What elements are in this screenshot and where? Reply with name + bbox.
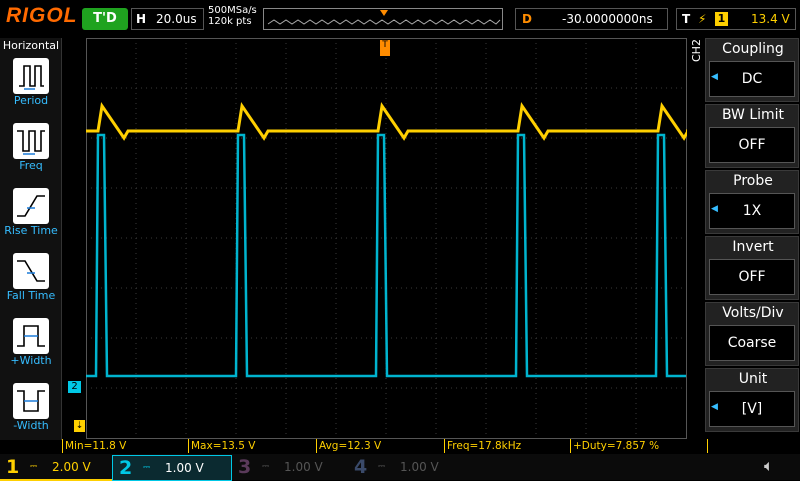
measurement-freq[interactable]: Freq=17.8kHz bbox=[444, 439, 573, 453]
measurement-avg[interactable]: Avg=12.3 V bbox=[316, 439, 447, 453]
bw-limit-value: OFF bbox=[709, 127, 795, 163]
coupling-title: Coupling bbox=[722, 41, 784, 57]
channel-1-status[interactable]: 1 ⎓ 2.00 V bbox=[0, 455, 112, 481]
memory-waveform-overview bbox=[267, 10, 501, 25]
invert-menu-item[interactable]: Invert OFF bbox=[705, 236, 799, 300]
measurement-max[interactable]: Max=13.5 V bbox=[188, 439, 319, 453]
measure-negative-width-label: -Width bbox=[13, 419, 49, 432]
channel-2-number: 2 bbox=[119, 457, 133, 479]
invert-value: OFF bbox=[709, 259, 795, 295]
horizontal-timebase-box[interactable]: H 20.0us bbox=[131, 8, 204, 30]
rise-time-icon bbox=[13, 188, 49, 224]
measure-fall-time-label: Fall Time bbox=[6, 289, 56, 302]
acquisition-info: 500MSa/s 120k pts bbox=[208, 5, 257, 27]
trigger-level: 13.4 V bbox=[751, 12, 790, 26]
ch2-ground-marker[interactable]: 2 bbox=[68, 381, 81, 393]
dc-coupling-icon: ⎓ bbox=[262, 462, 270, 472]
channel-2-status[interactable]: 2 ⎓ 1.00 V bbox=[112, 455, 232, 481]
channel-menu: Coupling DC ◀ BW Limit OFF Probe 1X ◀ In… bbox=[705, 38, 800, 440]
channel-3-number: 3 bbox=[238, 456, 252, 478]
volts-div-value: Coarse bbox=[709, 325, 795, 361]
negative-width-icon bbox=[13, 383, 49, 419]
unit-menu-item[interactable]: Unit [V] ◀ bbox=[705, 368, 799, 432]
dc-coupling-icon: ⎓ bbox=[143, 463, 151, 473]
brand-logo: RIGOL bbox=[6, 4, 78, 27]
fall-time-icon bbox=[13, 253, 49, 289]
measure-freq[interactable]: Freq bbox=[0, 123, 62, 172]
measure-negative-width[interactable]: -Width bbox=[0, 383, 62, 432]
left-arrow-icon: ◀ bbox=[711, 72, 718, 82]
channel-4-scale: 1.00 V bbox=[400, 460, 439, 474]
speaker-muted-icon[interactable]: 🔈︎ bbox=[764, 456, 774, 476]
measurement-duty[interactable]: +Duty=7.857 % bbox=[570, 439, 708, 453]
bw-limit-menu-item[interactable]: BW Limit OFF bbox=[705, 104, 799, 168]
timebase-value: 20.0us bbox=[156, 12, 197, 26]
positive-width-icon bbox=[13, 318, 49, 354]
channel-2-scale: 1.00 V bbox=[165, 461, 204, 475]
trigger-position-marker[interactable]: T bbox=[380, 40, 390, 56]
waveform-grid-svg bbox=[86, 38, 691, 439]
horizontal-label: H bbox=[136, 12, 147, 26]
period-icon bbox=[13, 58, 49, 94]
channel-status-bar: 1 ⎓ 2.00 V 2 ⎓ 1.00 V 3 ⎓ 1.00 V 4 ⎓ 1.0… bbox=[0, 454, 800, 481]
measurement-bar: Min=11.8 V Max=13.5 V Avg=12.3 V Freq=17… bbox=[62, 439, 708, 453]
measure-freq-label: Freq bbox=[19, 159, 43, 172]
ch2-waveform bbox=[86, 133, 686, 378]
rising-edge-icon: ⚡ bbox=[698, 12, 707, 26]
measurement-min[interactable]: Min=11.8 V bbox=[62, 439, 191, 453]
probe-title: Probe bbox=[733, 173, 773, 189]
delay-box[interactable]: D -30.0000000ns bbox=[515, 8, 668, 30]
volts-div-menu-item[interactable]: Volts/Div Coarse bbox=[705, 302, 799, 366]
waveform-display[interactable] bbox=[86, 38, 691, 439]
channel-4-status[interactable]: 4 ⎓ 1.00 V bbox=[348, 455, 464, 479]
trigger-box[interactable]: T ⚡ 1 13.4 V bbox=[676, 8, 796, 30]
coupling-menu-item[interactable]: Coupling DC ◀ bbox=[705, 38, 799, 102]
top-status-bar: RIGOL T'D H 20.0us 500MSa/s 120k pts D -… bbox=[0, 0, 800, 36]
frequency-icon bbox=[13, 123, 49, 159]
memory-depth: 120k pts bbox=[208, 16, 252, 27]
channel-4-number: 4 bbox=[354, 456, 368, 478]
probe-menu-item[interactable]: Probe 1X ◀ bbox=[705, 170, 799, 234]
delay-value: -30.0000000ns bbox=[562, 12, 653, 26]
channel-3-status[interactable]: 3 ⎓ 1.00 V bbox=[232, 455, 348, 479]
trigger-source-badge: 1 bbox=[715, 12, 728, 26]
measure-rise-time[interactable]: Rise Time bbox=[0, 188, 62, 237]
memory-trigger-marker bbox=[380, 10, 388, 16]
trigger-level-marker[interactable]: ⇣ bbox=[74, 420, 85, 432]
left-arrow-icon: ◀ bbox=[711, 204, 718, 214]
measure-positive-width[interactable]: +Width bbox=[0, 318, 62, 367]
delay-label: D bbox=[522, 12, 532, 26]
measure-period-label: Period bbox=[13, 94, 49, 107]
probe-value: 1X bbox=[709, 193, 795, 229]
dc-coupling-icon: ⎓ bbox=[30, 462, 38, 472]
measure-rise-time-label: Rise Time bbox=[4, 224, 58, 237]
left-arrow-icon: ◀ bbox=[711, 402, 718, 412]
channel-1-scale: 2.00 V bbox=[52, 460, 91, 474]
memory-overview-strip[interactable] bbox=[263, 8, 503, 30]
measure-period[interactable]: Period bbox=[0, 58, 62, 107]
trigger-label: T bbox=[682, 12, 691, 26]
unit-value: [V] bbox=[709, 391, 795, 427]
channel-1-number: 1 bbox=[6, 456, 20, 478]
channel-tag: CH2 bbox=[690, 39, 703, 62]
invert-title: Invert bbox=[732, 239, 774, 255]
dc-coupling-icon: ⎓ bbox=[378, 462, 386, 472]
run-state-indicator[interactable]: T'D bbox=[82, 8, 128, 30]
measure-positive-width-label: +Width bbox=[10, 354, 52, 367]
coupling-value: DC bbox=[709, 61, 795, 97]
bw-limit-title: BW Limit bbox=[721, 107, 785, 123]
unit-title: Unit bbox=[738, 371, 768, 387]
menu-title: Horizontal bbox=[2, 39, 60, 52]
measure-fall-time[interactable]: Fall Time bbox=[0, 253, 62, 302]
sample-rate: 500MSa/s bbox=[208, 5, 257, 16]
measure-menu: Horizontal Period Freq Rise Time Fall Ti… bbox=[0, 38, 62, 440]
volts-div-title: Volts/Div bbox=[722, 305, 784, 321]
channel-3-scale: 1.00 V bbox=[284, 460, 323, 474]
